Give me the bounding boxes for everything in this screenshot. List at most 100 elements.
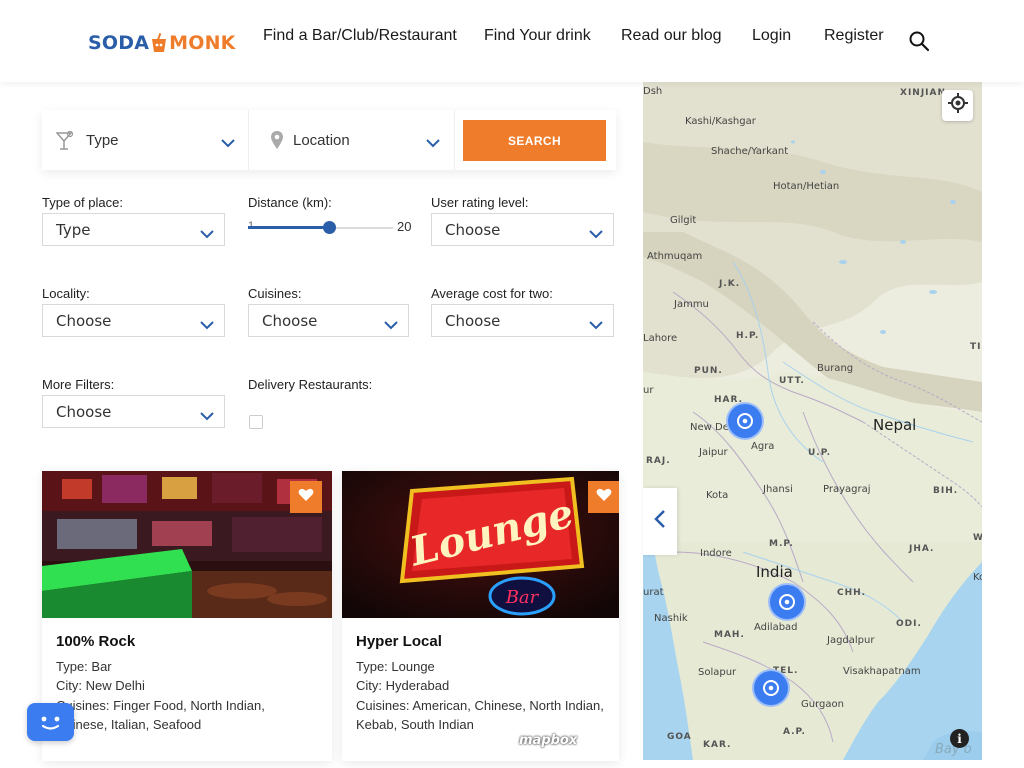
map-label: Nepal	[873, 416, 917, 434]
map-label: Adilabad	[754, 622, 798, 633]
delivery-checkbox[interactable]	[249, 415, 263, 429]
logo[interactable]: SODA MONK	[88, 28, 236, 58]
avg-cost-select[interactable]: Choose	[431, 304, 614, 337]
nav-find-drink[interactable]: Find Your drink	[484, 27, 591, 45]
heart-icon	[298, 488, 314, 507]
distance-slider-handle[interactable]	[323, 221, 336, 234]
locality-label: Locality:	[42, 286, 90, 301]
map-label: JHA.	[909, 544, 935, 554]
venue-cuisines-cont: Kebab, South Indian	[356, 717, 474, 732]
chat-widget-button[interactable]	[27, 703, 74, 741]
map[interactable]: XINJIAN Dsh Kashi/Kashgar Shache/Yarkant…	[643, 82, 982, 760]
map-info-button[interactable]: i	[950, 729, 969, 748]
nav-find-bar[interactable]: Find a Bar/Club/Restaurant	[263, 27, 457, 45]
bar-sign-text: Bar	[505, 587, 540, 608]
nav-blog[interactable]: Read our blog	[621, 27, 722, 45]
chevron-down-icon	[221, 135, 235, 148]
map-label: Shache/Yarkant	[711, 146, 789, 157]
cuisines-label: Cuisines:	[248, 286, 302, 301]
map-collapse-button[interactable]	[643, 488, 677, 555]
map-label: M.P.	[769, 539, 794, 549]
user-rating-label: User rating level:	[431, 195, 529, 210]
type-of-place-value: Type	[56, 220, 91, 239]
venue-type: Type: Lounge	[356, 659, 435, 674]
map-label: India	[756, 563, 793, 581]
map-label: BIH.	[933, 486, 959, 496]
chevron-down-icon	[589, 225, 603, 239]
venue-cuisines: Cuisines: Finger Food, North Indian,	[56, 698, 265, 713]
map-label: ur	[643, 385, 654, 396]
map-label: Jammu	[674, 299, 709, 310]
geolocate-button[interactable]	[942, 90, 973, 121]
map-marker[interactable]	[752, 669, 790, 707]
location-dropdown[interactable]: Location	[249, 110, 455, 170]
more-filters-label: More Filters:	[42, 377, 115, 392]
cuisines-value: Choose	[262, 311, 318, 330]
map-label: Jagdalpur	[827, 635, 875, 646]
nav-register[interactable]: Register	[824, 27, 884, 45]
map-label: Kashi/Kashgar	[685, 116, 756, 127]
locality-select[interactable]: Choose	[42, 304, 225, 337]
avg-cost-label: Average cost for two:	[431, 286, 553, 301]
type-of-place-select[interactable]: Type	[42, 213, 225, 246]
map-label: ODI.	[896, 619, 922, 629]
map-label: RAJ.	[646, 456, 671, 466]
map-label: Athmuqam	[647, 251, 703, 262]
chevron-left-icon	[654, 509, 666, 534]
search-button[interactable]: SEARCH	[463, 120, 606, 161]
favorite-heart-button[interactable]	[290, 481, 322, 513]
search-icon[interactable]	[908, 30, 930, 52]
venue-type: Type: Bar	[56, 659, 112, 674]
map-label: XINJIAN	[900, 88, 947, 98]
map-label: Lahore	[643, 333, 678, 344]
heart-icon	[596, 488, 612, 507]
chevron-down-icon	[200, 225, 214, 239]
map-marker[interactable]	[726, 402, 764, 440]
venue-title[interactable]: 100% Rock	[56, 633, 135, 650]
map-label: U.P.	[808, 448, 832, 458]
more-filters-select[interactable]: Choose	[42, 395, 225, 428]
cuisines-select[interactable]: Choose	[248, 304, 409, 337]
map-label: Gurgaon	[801, 699, 844, 710]
map-marker[interactable]	[768, 583, 806, 621]
map-label: Agra	[751, 441, 775, 452]
chevron-down-icon	[200, 407, 214, 421]
venue-card[interactable]: Lounge Bar Hyper Local Type: Lounge City…	[342, 471, 619, 761]
distance-max: 20	[397, 219, 412, 234]
delivery-label: Delivery Restaurants:	[248, 377, 373, 392]
type-of-place-label: Type of place:	[42, 195, 123, 210]
favorite-heart-button[interactable]	[588, 481, 619, 513]
map-label: KAR.	[703, 740, 732, 750]
map-label: W	[973, 533, 982, 543]
nav-login[interactable]: Login	[752, 27, 791, 45]
search-bar: Type Location SEARCH	[42, 110, 616, 170]
map-label: Jhansi	[763, 484, 793, 495]
venue-cuisines: Cuisines: American, Chinese, North India…	[356, 698, 604, 713]
map-label: CHH.	[837, 588, 867, 598]
venue-city: City: New Delhi	[56, 678, 145, 693]
venue-title[interactable]: Hyper Local	[356, 633, 442, 650]
map-label: UTT.	[779, 376, 805, 386]
map-label: Indore	[700, 548, 732, 559]
map-label: Gilgit	[670, 215, 697, 226]
map-label: Solapur	[698, 667, 737, 678]
user-rating-select[interactable]: Choose	[431, 213, 614, 246]
type-dropdown[interactable]: Type	[42, 110, 249, 170]
site-header: SODA MONK Find a Bar/Club/Restaurant Fin…	[0, 0, 1024, 82]
map-label: Kota	[706, 490, 729, 501]
chevron-down-icon	[589, 316, 603, 330]
map-label: Hotan/Hetian	[773, 181, 840, 192]
mapbox-logo[interactable]: mapbox	[519, 733, 577, 748]
map-label: urat	[643, 587, 664, 598]
distance-slider-fill	[248, 226, 329, 229]
cocktail-icon	[55, 130, 74, 156]
venue-photo	[42, 471, 332, 618]
map-label: TI	[970, 342, 982, 352]
logo-cup-icon	[150, 32, 168, 53]
venue-card[interactable]: 100% Rock Type: Bar City: New Delhi Cuis…	[42, 471, 332, 761]
chat-face-icon	[27, 716, 74, 745]
map-label: Ko	[973, 572, 982, 583]
map-label: A.P.	[783, 727, 806, 737]
map-label: Jaipur	[699, 447, 728, 458]
venue-cuisines-cont: Chinese, Italian, Seafood	[56, 717, 202, 732]
